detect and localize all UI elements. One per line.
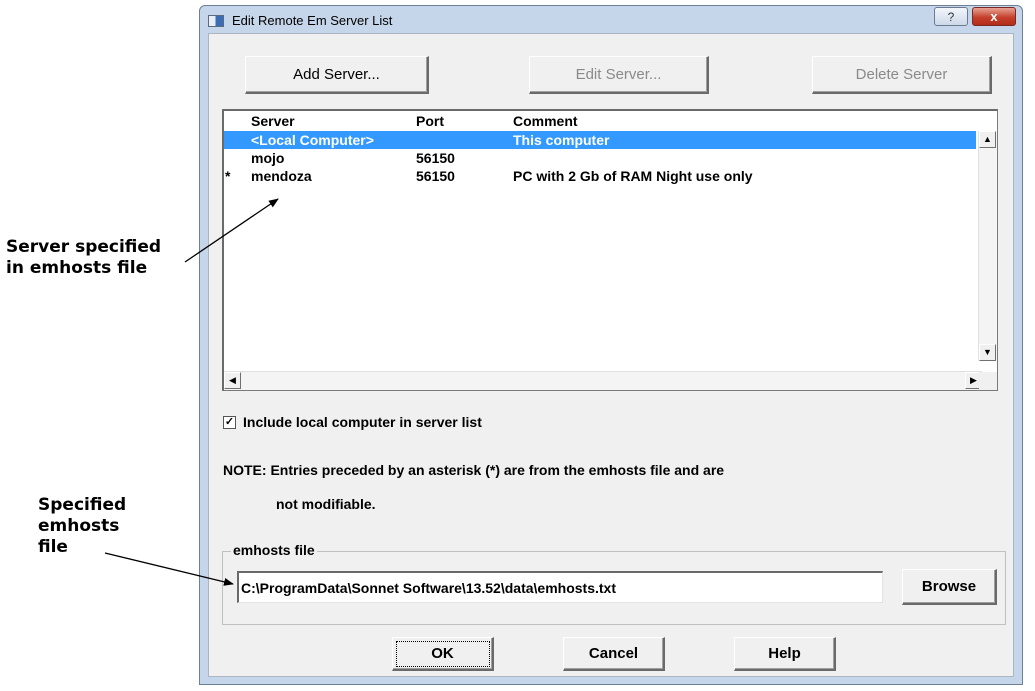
arrow-to-emhosts-path xyxy=(104,552,234,586)
arrow-to-mendoza xyxy=(184,198,279,263)
callout-arrows xyxy=(104,198,279,586)
